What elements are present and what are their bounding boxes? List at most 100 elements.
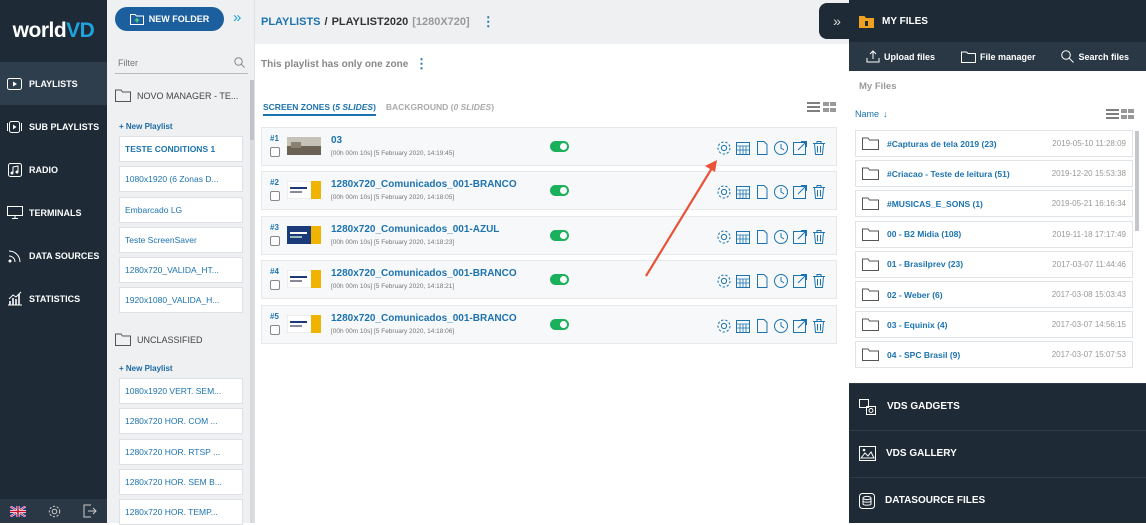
clock-icon[interactable] <box>773 318 789 334</box>
page-icon[interactable] <box>754 318 770 334</box>
nav-item-playlists[interactable]: PLAYLISTS <box>0 62 107 105</box>
open-external-icon[interactable] <box>792 229 808 245</box>
nav-item-statistics[interactable]: STATISTICS <box>0 277 107 320</box>
logout-icon[interactable] <box>83 504 97 518</box>
grid-view-icon[interactable] <box>823 102 836 112</box>
scrollbar[interactable] <box>250 80 254 523</box>
slide-enabled-toggle[interactable] <box>550 274 569 285</box>
calendar-grid-icon[interactable] <box>735 140 751 156</box>
slide-title[interactable]: 1280x720_Comunicados_001-BRANCO <box>331 268 517 279</box>
section-vds-gadgets[interactable]: VDS GADGETS <box>849 383 1146 429</box>
trash-icon[interactable] <box>811 273 827 289</box>
nav-item-data-sources[interactable]: DATA SOURCES <box>0 234 107 277</box>
slide-title[interactable]: 03 <box>331 135 342 146</box>
slide-row[interactable]: #1 03 [00h 00m 10s] [5 February 2020, 14:1… <box>261 127 837 166</box>
tab-screen-zones[interactable]: SCREEN ZONES (5 SLIDES) <box>263 102 376 116</box>
playlist-item[interactable]: TESTE CONDITIONS 1 <box>119 136 243 162</box>
nav-item-sub-playlists[interactable]: SUB PLAYLISTS <box>0 105 107 148</box>
slide-row[interactable]: #3 1280x720_Comunicados_001-AZUL [00h 00m … <box>261 216 837 255</box>
new-folder-button[interactable]: NEW FOLDER <box>115 7 224 31</box>
tab-background[interactable]: BACKGROUND (0 SLIDES) <box>386 102 494 116</box>
playlist-item[interactable]: 1080x1920 VERT. SEM... <box>119 378 243 404</box>
settings-icon[interactable] <box>716 184 732 200</box>
calendar-grid-icon[interactable] <box>735 229 751 245</box>
collapse-files-panel-icon[interactable]: » <box>819 3 855 39</box>
search-icon[interactable] <box>234 57 245 68</box>
gear-icon[interactable] <box>47 504 62 519</box>
open-external-icon[interactable] <box>792 273 808 289</box>
slide-row[interactable]: #5 1280x720_Comunicados_001-BRANCO [00h 00… <box>261 305 837 344</box>
folder-unclassified[interactable]: UNCLASSIFIED <box>115 333 203 346</box>
playlist-item[interactable]: 1280x720 HOR. TEMP... <box>119 499 243 525</box>
file-folder-row[interactable]: 03 - Equinix (4) 2017-03-07 14:56:15 <box>855 311 1133 339</box>
open-external-icon[interactable] <box>792 318 808 334</box>
slide-title[interactable]: 1280x720_Comunicados_001-BRANCO <box>331 313 517 324</box>
nav-item-terminals[interactable]: TERMINALS <box>0 191 107 234</box>
file-folder-row[interactable]: 00 - B2 Midia (108) 2019-11-18 17:17:49 <box>855 220 1133 248</box>
slide-row[interactable]: #2 1280x720_Comunicados_001-BRANCO [00h 00… <box>261 171 837 210</box>
open-external-icon[interactable] <box>792 140 808 156</box>
upload-files-button[interactable]: Upload files <box>866 50 935 63</box>
search-files-button[interactable]: Search files <box>1061 50 1129 63</box>
trash-icon[interactable] <box>811 318 827 334</box>
file-folder-row[interactable]: #MUSICAS_E_SONS (1) 2019-05-21 16:16:34 <box>855 190 1133 218</box>
slide-row[interactable]: #4 1280x720_Comunicados_001-BRANCO [00h 00… <box>261 260 837 299</box>
open-external-icon[interactable] <box>792 184 808 200</box>
filter-field[interactable] <box>115 52 248 74</box>
playlist-item[interactable]: 1920x1080_VALIDA_H... <box>119 287 243 313</box>
page-icon[interactable] <box>754 229 770 245</box>
playlist-item[interactable]: 1280x720 HOR. COM ... <box>119 408 243 434</box>
zone-menu-icon[interactable]: ⋮ <box>415 56 428 72</box>
grid-view-icon[interactable] <box>1121 109 1134 119</box>
playlist-item[interactable]: 1280x720_VALIDA_HT... <box>119 257 243 283</box>
collapse-panel-icon[interactable]: » <box>233 9 241 26</box>
playlist-item[interactable]: Teste ScreenSaver <box>119 227 243 253</box>
scrollbar-thumb[interactable] <box>250 80 254 140</box>
slide-enabled-toggle[interactable] <box>550 319 569 330</box>
new-playlist-link[interactable]: + New Playlist <box>119 364 173 373</box>
file-folder-row[interactable]: 02 - Weber (6) 2017-03-08 15:03:43 <box>855 281 1133 308</box>
list-view-icon[interactable] <box>807 102 820 112</box>
slide-enabled-toggle[interactable] <box>550 230 569 241</box>
slide-checkbox[interactable] <box>270 280 280 290</box>
nav-item-radio[interactable]: RADIO <box>0 148 107 191</box>
sort-by-name[interactable]: Name ↓ <box>855 109 888 119</box>
file-folder-row[interactable]: #Capturas de tela 2019 (23) 2019-05-10 11… <box>855 130 1133 157</box>
settings-icon[interactable] <box>716 318 732 334</box>
calendar-grid-icon[interactable] <box>735 273 751 289</box>
my-files-header[interactable]: MY FILES <box>849 0 1146 42</box>
file-manager-button[interactable]: File manager <box>960 51 1036 63</box>
playlist-item[interactable]: 1280x720 HOR. SEM B... <box>119 469 243 495</box>
playlist-item[interactable]: 1280x720 HOR. RTSP ... <box>119 439 243 465</box>
slide-enabled-toggle[interactable] <box>550 141 569 152</box>
slide-enabled-toggle[interactable] <box>550 185 569 196</box>
playlist-item[interactable]: Embarcado LG <box>119 197 243 223</box>
slide-checkbox[interactable] <box>270 191 280 201</box>
list-view-icon[interactable] <box>1106 109 1119 119</box>
clock-icon[interactable] <box>773 140 789 156</box>
kebab-menu-icon[interactable]: ⋮ <box>482 14 495 30</box>
file-folder-row[interactable]: 04 - SPC Brasil (9) 2017-03-07 15:07:53 <box>855 341 1133 369</box>
section-datasource-files[interactable]: DATASOURCE FILES <box>849 477 1146 523</box>
file-folder-row[interactable]: #Criacao - Teste de leitura (51) 2019-12-… <box>855 160 1133 188</box>
page-icon[interactable] <box>754 140 770 156</box>
playlist-item[interactable]: 1080x1920 (6 Zonas D... <box>119 166 243 192</box>
page-icon[interactable] <box>754 273 770 289</box>
section-vds-gallery[interactable]: VDS GALLERY <box>849 430 1146 476</box>
slide-checkbox[interactable] <box>270 325 280 335</box>
slide-title[interactable]: 1280x720_Comunicados_001-BRANCO <box>331 179 517 190</box>
clock-icon[interactable] <box>773 184 789 200</box>
scrollbar-thumb[interactable] <box>1135 131 1139 231</box>
settings-icon[interactable] <box>716 229 732 245</box>
breadcrumb-playlists[interactable]: PLAYLISTS <box>261 16 321 28</box>
slide-checkbox[interactable] <box>270 147 280 157</box>
trash-icon[interactable] <box>811 229 827 245</box>
trash-icon[interactable] <box>811 184 827 200</box>
file-folder-row[interactable]: 01 - Brasilprev (23) 2017-03-07 11:44:46 <box>855 250 1133 278</box>
page-icon[interactable] <box>754 184 770 200</box>
filter-input[interactable] <box>118 57 218 68</box>
calendar-grid-icon[interactable] <box>735 318 751 334</box>
trash-icon[interactable] <box>811 140 827 156</box>
settings-icon[interactable] <box>716 140 732 156</box>
clock-icon[interactable] <box>773 273 789 289</box>
